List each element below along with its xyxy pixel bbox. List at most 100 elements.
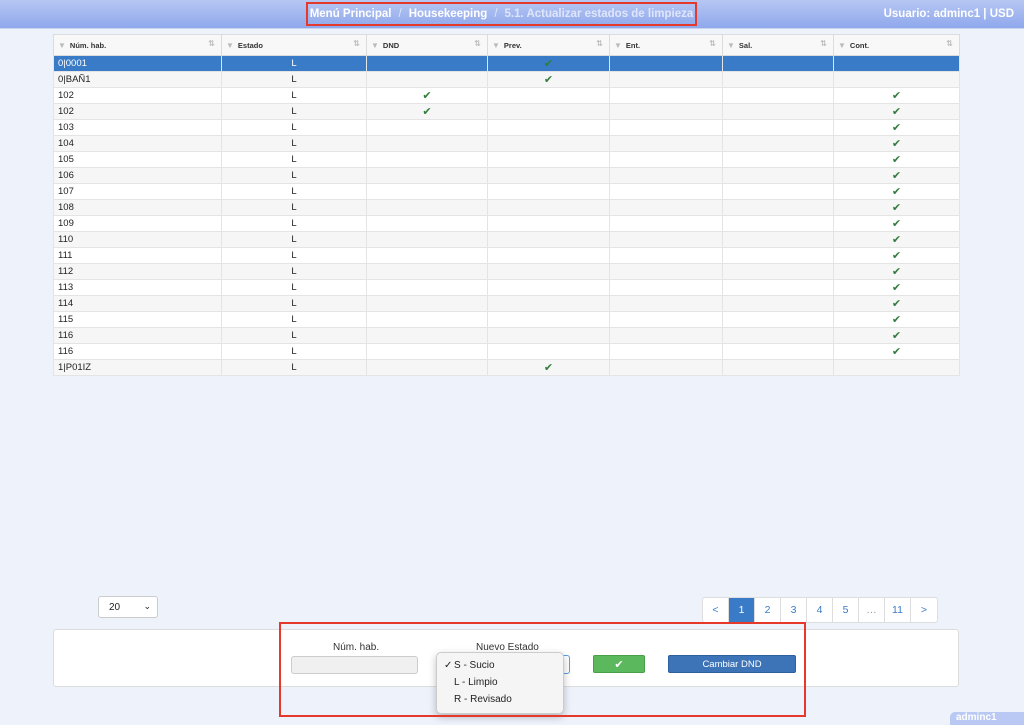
table-row[interactable]: 107 L ✔ bbox=[53, 183, 960, 200]
sort-icon[interactable]: ⇅ bbox=[946, 39, 953, 48]
sort-icon[interactable]: ⇅ bbox=[474, 39, 481, 48]
table-row[interactable]: 114 L ✔ bbox=[53, 295, 960, 312]
footer-user-tag: adminc1 bbox=[950, 712, 1024, 725]
pager-prev-button[interactable]: < bbox=[703, 598, 729, 622]
breadcrumb-housekeeping[interactable]: Housekeeping bbox=[409, 8, 488, 20]
table-row[interactable]: 0|0001 L ✔ bbox=[53, 55, 960, 72]
breadcrumb-menu-principal[interactable]: Menú Principal bbox=[310, 8, 392, 20]
column-header-ent[interactable]: ▼ Ent. ⇅ bbox=[609, 34, 723, 56]
confirm-button[interactable]: ✔ bbox=[593, 655, 645, 673]
cell-room-number: 115 bbox=[53, 311, 222, 328]
cell-estado: L bbox=[221, 199, 367, 216]
sort-icon[interactable]: ⇅ bbox=[820, 39, 827, 48]
column-header-cont[interactable]: ▼ Cont. ⇅ bbox=[833, 34, 960, 56]
pager-page-4[interactable]: 4 bbox=[807, 598, 833, 622]
change-dnd-button[interactable]: Cambiar DND bbox=[668, 655, 796, 673]
cell-dnd bbox=[366, 311, 488, 328]
cell-room-number: 116 bbox=[53, 343, 222, 360]
check-icon: ✔ bbox=[891, 298, 902, 310]
pager-page-1[interactable]: 1 bbox=[729, 598, 755, 622]
check-icon: ✔ bbox=[891, 218, 902, 230]
filter-icon[interactable]: ▼ bbox=[727, 41, 735, 50]
cell-cont: ✔ bbox=[833, 103, 960, 120]
pager-page-2[interactable]: 2 bbox=[755, 598, 781, 622]
state-option[interactable]: L - Limpio bbox=[437, 674, 563, 691]
cell-estado: L bbox=[221, 87, 367, 104]
cell-prev bbox=[487, 135, 610, 152]
check-icon: ✔ bbox=[543, 362, 554, 374]
table-row[interactable]: 104 L ✔ bbox=[53, 135, 960, 152]
cell-sal bbox=[722, 279, 834, 296]
check-icon: ✔ bbox=[891, 314, 902, 326]
pager-next-button[interactable]: > bbox=[911, 598, 937, 622]
table-row[interactable]: 112 L ✔ bbox=[53, 263, 960, 280]
column-header-room[interactable]: ▼ Núm. hab. ⇅ bbox=[53, 34, 222, 56]
cell-cont: ✔ bbox=[833, 215, 960, 232]
table-row[interactable]: 105 L ✔ bbox=[53, 151, 960, 168]
table-row[interactable]: 110 L ✔ bbox=[53, 231, 960, 248]
table-row[interactable]: 0|BAÑ1 L ✔ bbox=[53, 71, 960, 88]
page-size-select[interactable]: 20 ⌄ bbox=[98, 596, 158, 618]
table-row[interactable]: 111 L ✔ bbox=[53, 247, 960, 264]
cell-dnd bbox=[366, 231, 488, 248]
column-header-sal[interactable]: ▼ Sal. ⇅ bbox=[722, 34, 834, 56]
pager-page-5[interactable]: 5 bbox=[833, 598, 859, 622]
cell-room-number: 113 bbox=[53, 279, 222, 296]
filter-icon[interactable]: ▼ bbox=[226, 41, 234, 50]
table-row[interactable]: 116 L ✔ bbox=[53, 327, 960, 344]
cell-sal bbox=[722, 199, 834, 216]
check-icon: ✔ bbox=[891, 330, 902, 342]
cell-ent bbox=[609, 263, 723, 280]
state-option[interactable]: R - Revisado bbox=[437, 691, 563, 708]
cell-ent bbox=[609, 55, 723, 72]
user-info: Usuario: adminc1 | USD bbox=[883, 8, 1014, 20]
check-icon: ✔ bbox=[891, 346, 902, 358]
check-icon: ✔ bbox=[543, 74, 554, 86]
sort-icon[interactable]: ⇅ bbox=[353, 39, 360, 48]
cell-room-number: 103 bbox=[53, 119, 222, 136]
sort-icon[interactable]: ⇅ bbox=[208, 39, 215, 48]
table-row[interactable]: 116 L ✔ bbox=[53, 343, 960, 360]
table-row[interactable]: 102 L ✔ ✔ bbox=[53, 103, 960, 120]
table-row[interactable]: 113 L ✔ bbox=[53, 279, 960, 296]
table-row[interactable]: 106 L ✔ bbox=[53, 167, 960, 184]
filter-icon[interactable]: ▼ bbox=[58, 41, 66, 50]
cell-room-number: 1|P01IZ bbox=[53, 359, 222, 376]
cell-dnd: ✔ bbox=[366, 87, 488, 104]
pager-page-11[interactable]: 11 bbox=[885, 598, 911, 622]
room-number-input[interactable] bbox=[291, 656, 418, 674]
cell-ent bbox=[609, 71, 723, 88]
sort-icon[interactable]: ⇅ bbox=[596, 39, 603, 48]
cell-cont: ✔ bbox=[833, 135, 960, 152]
table-row[interactable]: 108 L ✔ bbox=[53, 199, 960, 216]
filter-icon[interactable]: ▼ bbox=[838, 41, 846, 50]
column-header-dnd[interactable]: ▼ DND ⇅ bbox=[366, 34, 488, 56]
cell-cont: ✔ bbox=[833, 295, 960, 312]
cell-ent bbox=[609, 167, 723, 184]
filter-icon[interactable]: ▼ bbox=[614, 41, 622, 50]
cell-sal bbox=[722, 311, 834, 328]
cell-cont: ✔ bbox=[833, 279, 960, 296]
column-header-estado[interactable]: ▼ Estado ⇅ bbox=[221, 34, 367, 56]
breadcrumb-separator: / bbox=[398, 8, 402, 20]
cell-sal bbox=[722, 119, 834, 136]
cell-sal bbox=[722, 87, 834, 104]
column-header-prev[interactable]: ▼ Prev. ⇅ bbox=[487, 34, 610, 56]
state-option[interactable]: ✓ S - Sucio bbox=[437, 657, 563, 674]
cell-prev bbox=[487, 87, 610, 104]
table-row[interactable]: 103 L ✔ bbox=[53, 119, 960, 136]
table-row[interactable]: 102 L ✔ ✔ bbox=[53, 87, 960, 104]
pager-page-3[interactable]: 3 bbox=[781, 598, 807, 622]
check-icon: ✔ bbox=[422, 90, 432, 102]
cell-room-number: 104 bbox=[53, 135, 222, 152]
cell-prev: ✔ bbox=[487, 359, 610, 376]
sort-icon[interactable]: ⇅ bbox=[709, 39, 716, 48]
check-icon: ✔ bbox=[891, 154, 902, 166]
table-row[interactable]: 115 L ✔ bbox=[53, 311, 960, 328]
check-icon: ✔ bbox=[422, 106, 432, 118]
filter-icon[interactable]: ▼ bbox=[492, 41, 500, 50]
filter-icon[interactable]: ▼ bbox=[371, 41, 379, 50]
cell-sal bbox=[722, 263, 834, 280]
table-row[interactable]: 109 L ✔ bbox=[53, 215, 960, 232]
table-row[interactable]: 1|P01IZ L ✔ bbox=[53, 359, 960, 376]
